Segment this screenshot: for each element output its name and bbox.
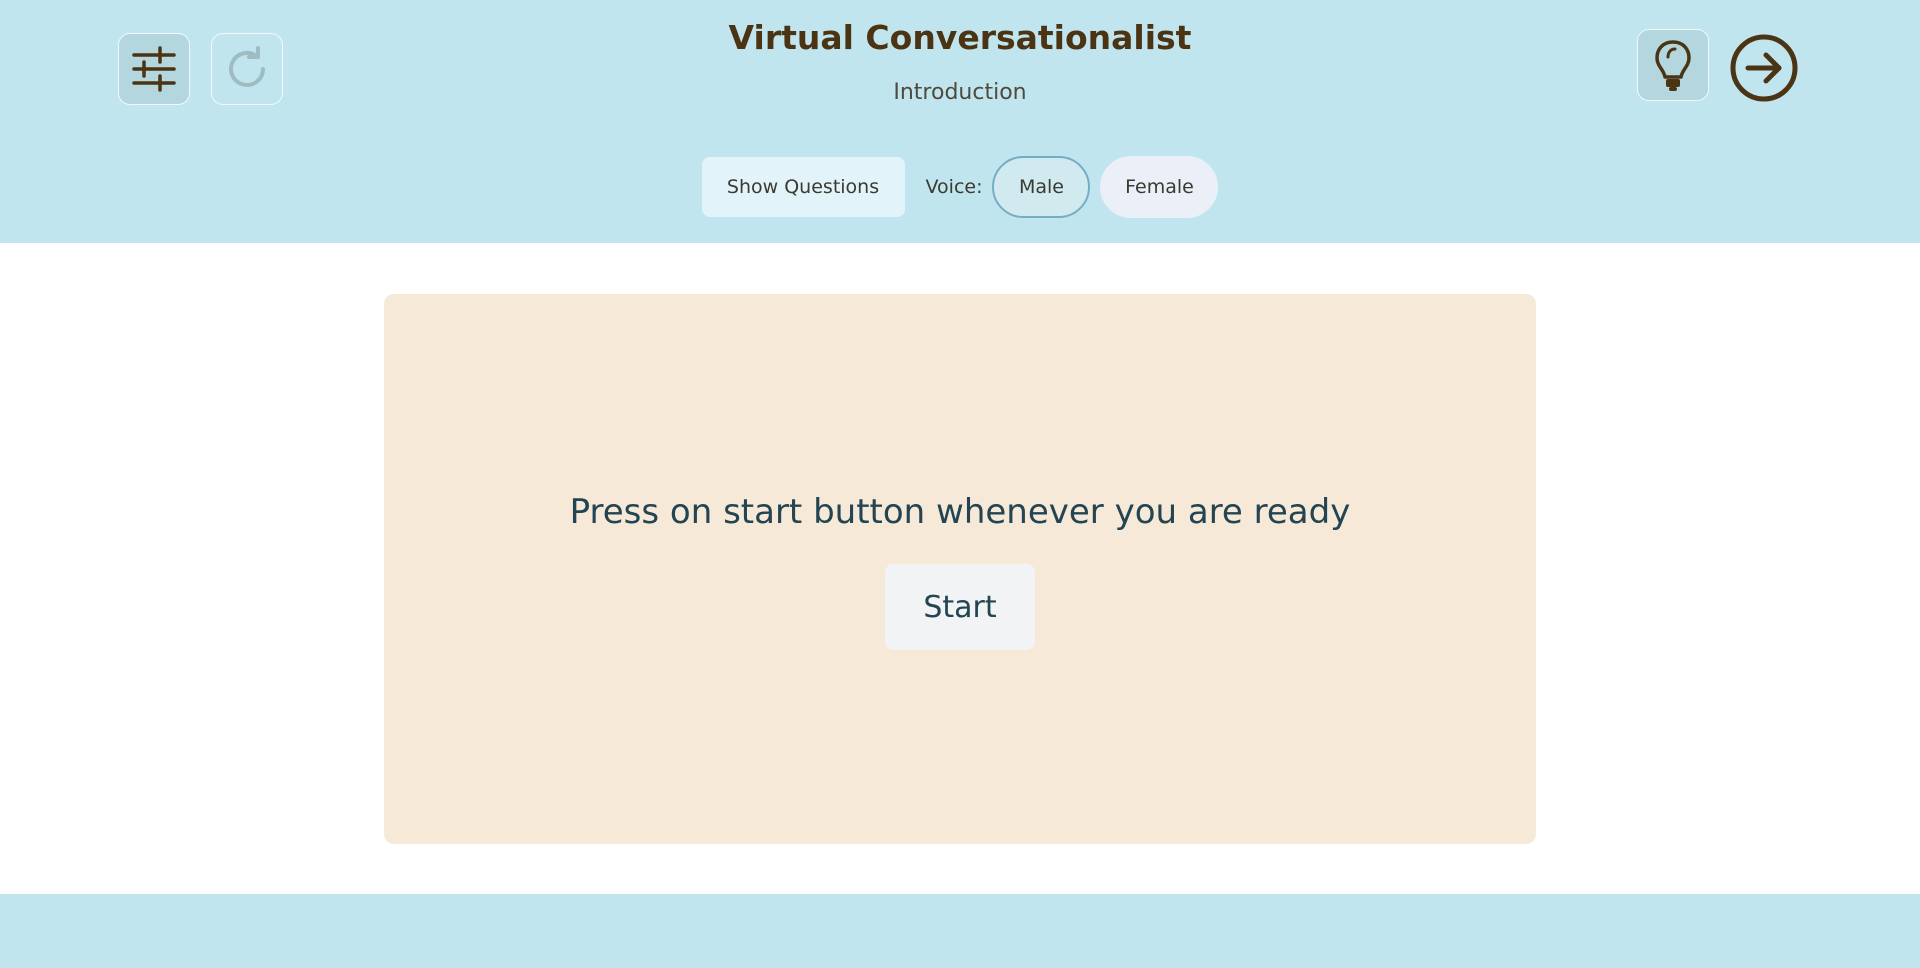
next-button[interactable] xyxy=(1728,32,1800,104)
voice-controls: Show Questions Voice: Male Female xyxy=(0,156,1920,218)
start-button[interactable]: Start xyxy=(885,564,1035,650)
show-questions-button[interactable]: Show Questions xyxy=(701,157,905,217)
page-subtitle: Introduction xyxy=(893,80,1027,105)
start-prompt: Press on start button whenever you are r… xyxy=(569,492,1351,532)
footer-bar xyxy=(0,894,1920,968)
arrow-right-circle-icon xyxy=(1730,34,1798,102)
page-title: Virtual Conversationalist xyxy=(728,18,1192,57)
hint-button[interactable] xyxy=(1637,29,1709,101)
voice-label: Voice: xyxy=(925,176,983,198)
start-panel: Press on start button whenever you are r… xyxy=(384,294,1536,844)
header-bar: Virtual Conversationalist Introduction S… xyxy=(0,0,1920,243)
voice-female-option[interactable]: Female xyxy=(1100,156,1219,218)
lightbulb-icon xyxy=(1655,40,1691,91)
voice-male-option[interactable]: Male xyxy=(992,156,1091,218)
